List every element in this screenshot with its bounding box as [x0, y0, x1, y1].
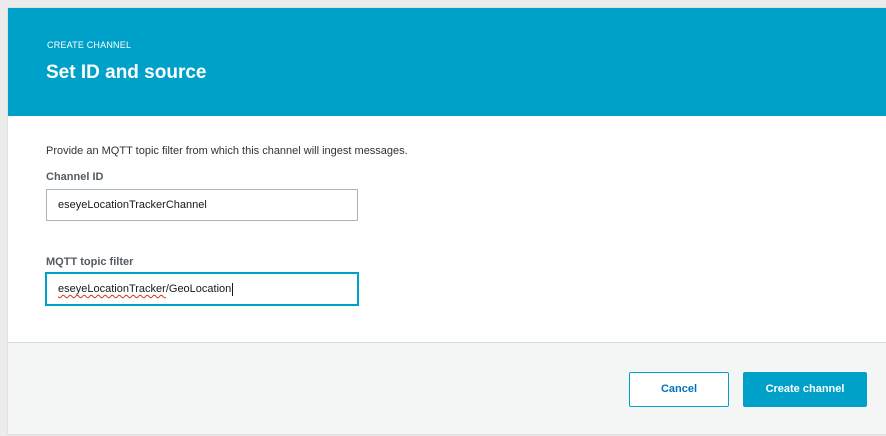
- channel-id-value: eseyeLocationTrackerChannel: [58, 199, 207, 211]
- dialog-eyebrow: CREATE CHANNEL: [47, 40, 132, 50]
- text-cursor: [232, 282, 234, 296]
- dialog-header: CREATE CHANNEL Set ID and source: [8, 8, 886, 116]
- create-channel-button[interactable]: Create channel: [743, 372, 867, 407]
- mqtt-topic-value-misspelled: eseyeLocationTracker: [58, 283, 166, 295]
- form-description: Provide an MQTT topic filter from which …: [46, 145, 408, 157]
- channel-id-label: Channel ID: [46, 171, 104, 183]
- mqtt-topic-filter-label: MQTT topic filter: [46, 256, 134, 268]
- create-channel-dialog: CREATE CHANNEL Set ID and source Provide…: [8, 8, 886, 434]
- dialog-footer: Cancel Create channel: [8, 342, 886, 434]
- mqtt-topic-value-rest: /GeoLocation: [165, 283, 232, 295]
- dialog-title: Set ID and source: [46, 62, 207, 83]
- mqtt-topic-filter-input[interactable]: eseyeLocationTracker/GeoLocation: [46, 273, 358, 305]
- cancel-button[interactable]: Cancel: [629, 372, 729, 407]
- channel-id-input[interactable]: eseyeLocationTrackerChannel: [46, 189, 358, 221]
